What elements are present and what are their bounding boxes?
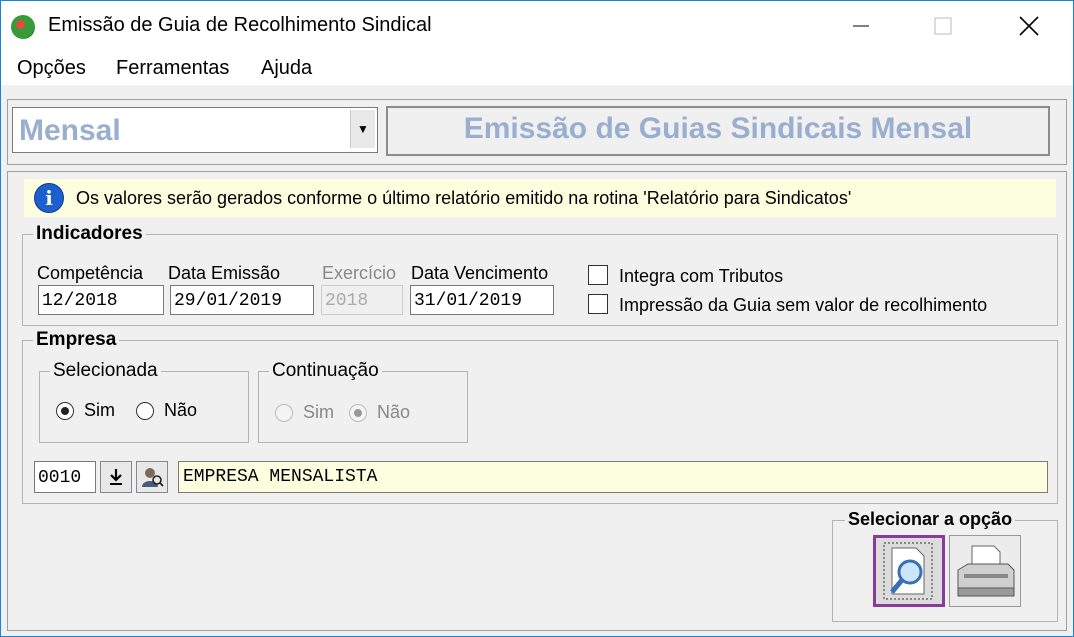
empresa-title: Empresa	[33, 329, 120, 351]
data-emissao-input[interactable]: 29/01/2019	[170, 285, 314, 315]
exercicio-input: 2018	[321, 285, 403, 315]
menu-ferramentas[interactable]: Ferramentas	[116, 57, 229, 80]
impressao-sem-valor-checkbox[interactable]	[588, 294, 608, 314]
info-icon: i	[34, 183, 64, 213]
maximize-button[interactable]	[913, 1, 973, 51]
selecionada-group: Selecionada Sim Não	[39, 360, 249, 443]
empresa-code-input[interactable]: 0010	[34, 461, 96, 493]
selecionada-nao-label: Não	[164, 400, 198, 420]
dropdown-arrow-icon[interactable]: ▼	[350, 110, 375, 148]
period-panel: Mensal ▼ Emissão de Guias Sindicais Mens…	[7, 99, 1067, 165]
continuacao-nao-radio	[349, 404, 367, 422]
header-title: Emissão de Guias Sindicais Mensal	[463, 112, 973, 145]
empresa-name-field: EMPRESA MENSALISTA	[178, 461, 1048, 493]
search-company-button[interactable]	[136, 461, 168, 493]
print-button[interactable]	[949, 535, 1021, 607]
options-group: Selecionar a opção	[832, 509, 1058, 622]
main-panel: i Os valores serão gerados conforme o úl…	[7, 171, 1067, 631]
indicadores-title: Indicadores	[33, 223, 146, 245]
selecionada-sim-label: Sim	[84, 400, 115, 420]
exercicio-label: Exercício	[322, 263, 397, 283]
options-title: Selecionar a opção	[845, 509, 1016, 530]
competencia-input[interactable]: 12/2018	[38, 285, 164, 315]
competencia-label: Competência	[37, 263, 144, 283]
title-bar: Emissão de Guia de Recolhimento Sindical	[1, 1, 1073, 51]
close-button[interactable]	[999, 1, 1059, 51]
integra-tributos-checkbox[interactable]	[588, 265, 608, 285]
period-select[interactable]: Mensal ▼	[12, 107, 378, 153]
close-icon	[1019, 16, 1039, 36]
header-panel: Emissão de Guias Sindicais Mensal	[386, 106, 1050, 156]
preview-button[interactable]	[873, 535, 945, 607]
integra-tributos-label: Integra com Tributos	[619, 266, 784, 286]
menu-bar: Opções Ferramentas Ajuda	[1, 51, 1073, 85]
app-icon	[11, 15, 35, 39]
continuacao-group: Continuação Sim Não	[258, 360, 468, 443]
continuacao-sim-label: Sim	[303, 402, 334, 422]
download-icon	[110, 469, 122, 485]
data-emissao-label: Data Emissão	[168, 263, 281, 283]
impressao-sem-valor-label: Impressão da Guia sem valor de recolhime…	[619, 295, 988, 315]
data-vencimento-label: Data Vencimento	[411, 263, 549, 283]
info-bar: i Os valores serão gerados conforme o úl…	[24, 179, 1056, 217]
info-text: Os valores serão gerados conforme o últi…	[76, 188, 852, 208]
selecionada-title: Selecionada	[50, 360, 161, 382]
preview-icon	[883, 542, 933, 600]
main-window: Emissão de Guia de Recolhimento Sindical…	[0, 0, 1074, 637]
menu-opcoes[interactable]: Opções	[17, 57, 86, 80]
continuacao-nao-label: Não	[377, 402, 411, 422]
window-title: Emissão de Guia de Recolhimento Sindical	[48, 14, 432, 36]
download-button[interactable]	[100, 461, 132, 493]
continuacao-sim-radio	[275, 404, 293, 422]
data-vencimento-input[interactable]: 31/01/2019	[410, 285, 554, 315]
empresa-group: Empresa Selecionada Sim Não Continuação …	[22, 329, 1058, 504]
user-search-icon	[142, 468, 164, 487]
minimize-button[interactable]	[831, 1, 891, 51]
menu-ajuda[interactable]: Ajuda	[261, 57, 312, 80]
indicadores-group: Indicadores Competência 12/2018 Data Emi…	[22, 223, 1058, 326]
printer-icon	[957, 545, 1015, 597]
selecionada-nao-radio[interactable]	[136, 402, 154, 420]
selecionada-sim-radio[interactable]	[56, 402, 74, 420]
continuacao-title: Continuação	[269, 360, 382, 382]
period-select-value: Mensal	[19, 114, 121, 147]
